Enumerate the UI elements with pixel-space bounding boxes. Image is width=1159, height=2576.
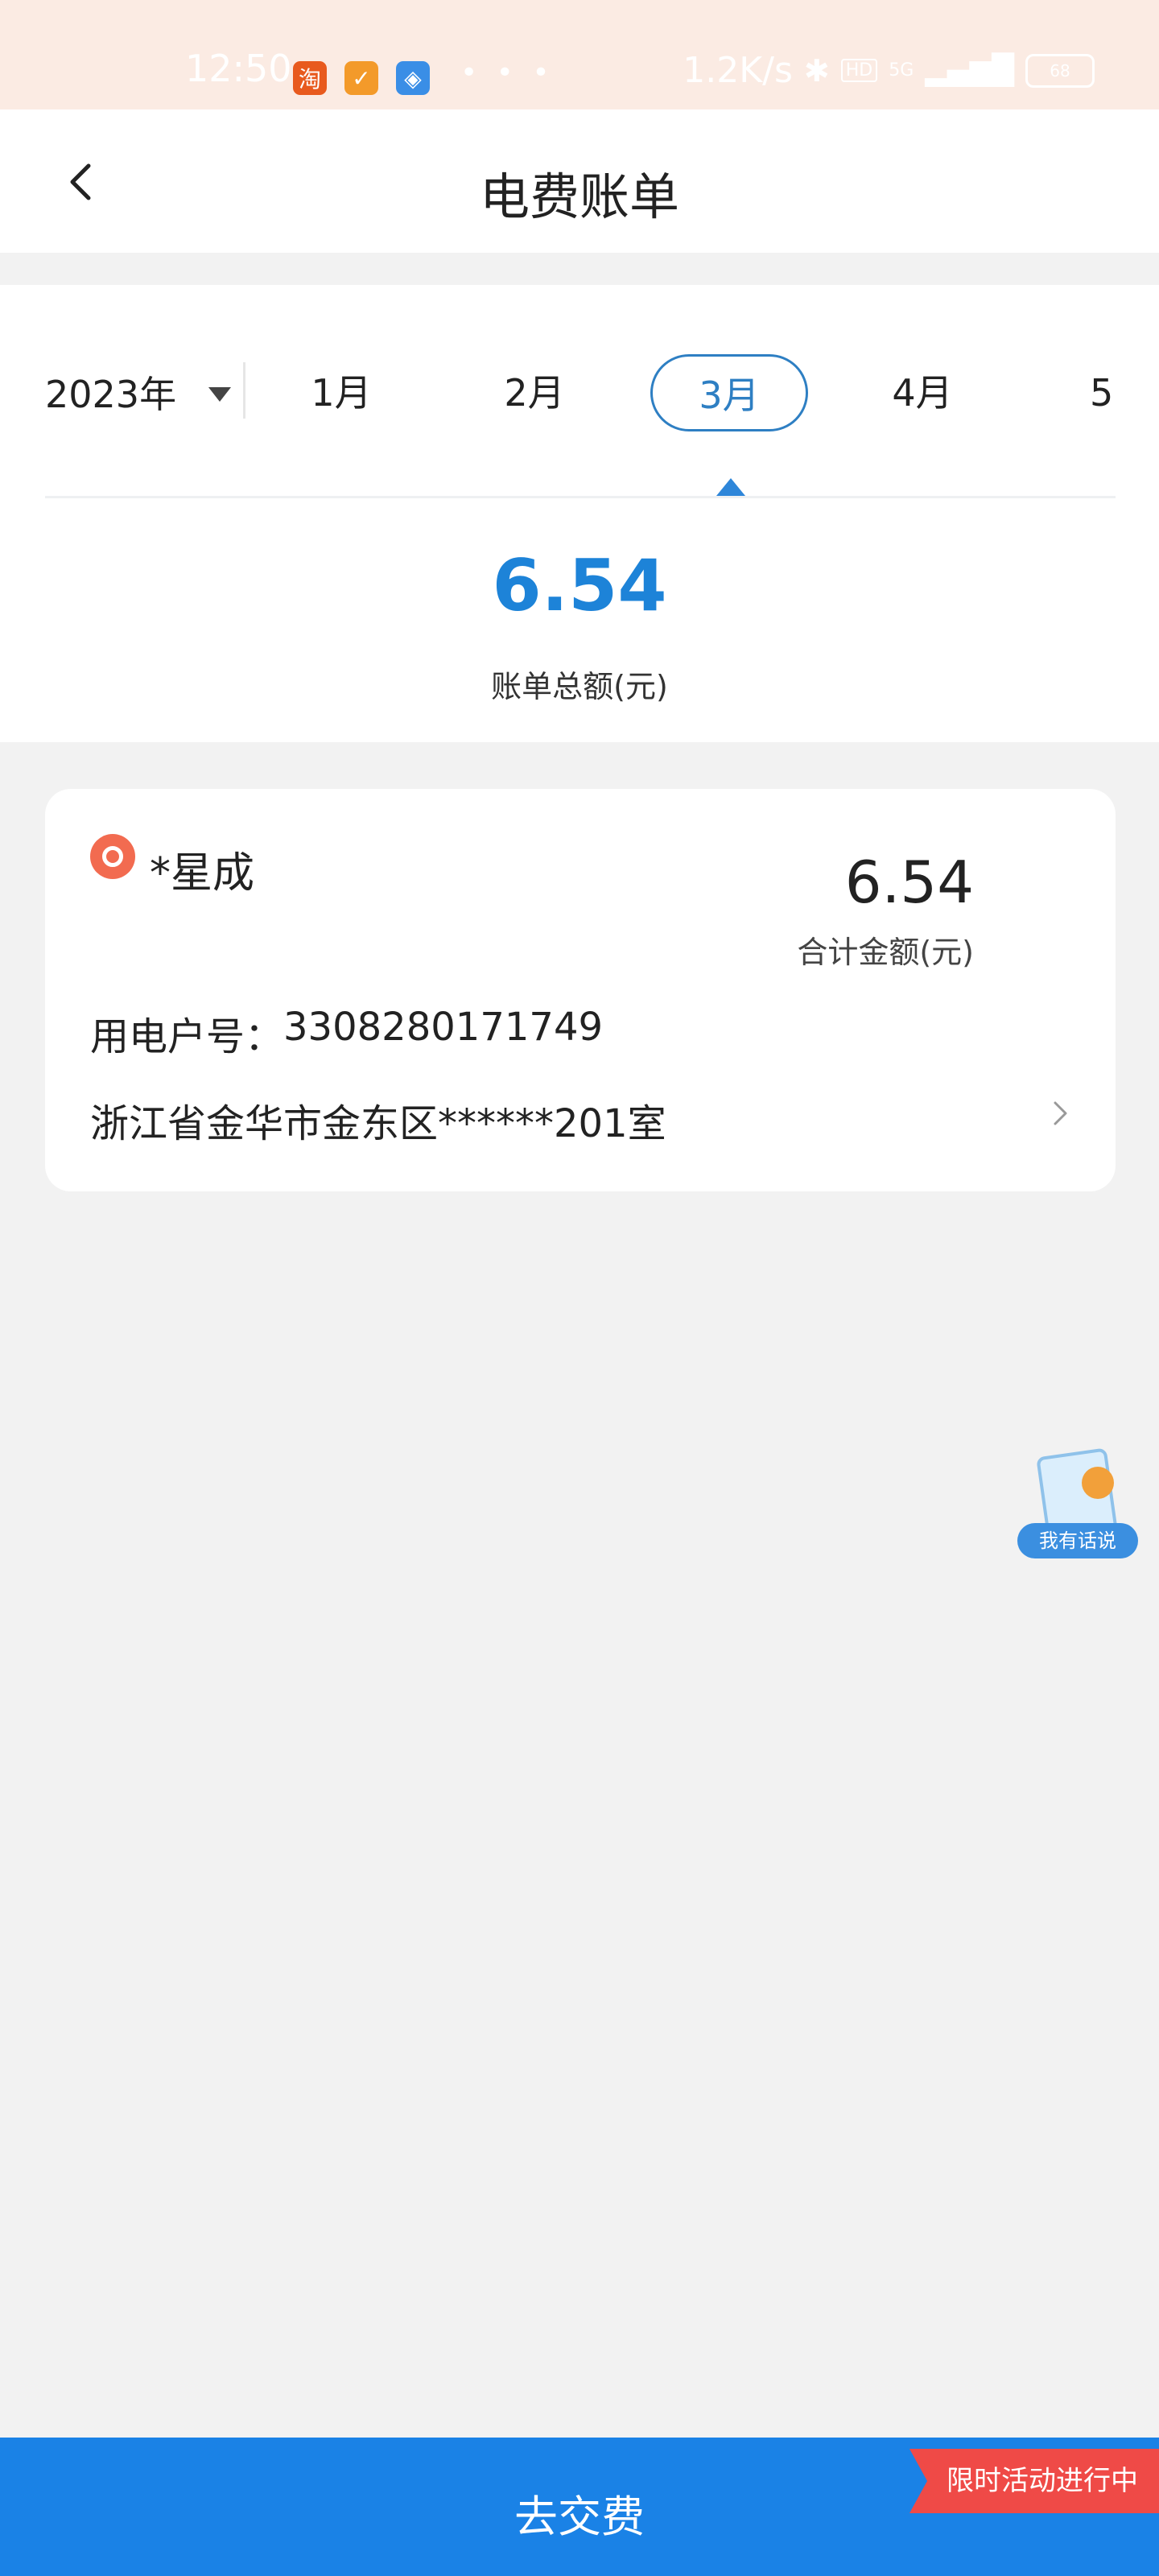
pay-bar[interactable]: 去交费 限时活动进行中 [0, 2438, 1159, 2576]
chevron-right-icon[interactable] [1046, 1100, 1074, 1127]
page-title: 电费账单 [479, 167, 679, 226]
promo-badge[interactable]: 限时活动进行中 [909, 2449, 1159, 2513]
card-amount: 6.54 [844, 848, 974, 916]
month-tab-4[interactable]: 4月 [843, 354, 1001, 431]
more-notifications-icon: • • • [460, 56, 555, 89]
status-time: 12:50 [185, 47, 292, 90]
user-number-label: 用电户号： [90, 1014, 284, 1059]
user-number-row: 用电户号： 3308280171749 [90, 1005, 603, 1061]
bluetooth-icon: ✱ [803, 52, 830, 89]
address: 浙江省金华市金东区******201室 [90, 1101, 666, 1146]
month-tab-1[interactable]: 1月 [262, 354, 420, 431]
month-tab-3[interactable]: 3月 [650, 354, 808, 431]
total-label: 账单总额(元) [491, 669, 668, 704]
hd-icon: HD [840, 59, 878, 82]
shield-app-icon: ◈ [396, 61, 430, 95]
year-dropdown[interactable]: 2023年 [45, 365, 232, 419]
account-card[interactable]: *星成 6.54 合计金额(元) 用电户号： 3308280171749 浙江省… [45, 789, 1116, 1191]
month-tab-5[interactable]: 5月 [1043, 354, 1116, 431]
month-pointer-icon [716, 478, 745, 496]
total-amount: 6.54 [492, 544, 667, 627]
orange-app-icon: ✓ [344, 61, 378, 95]
taobao-icon: 淘 [293, 61, 327, 95]
feedback-label: 我有话说 [1017, 1523, 1138, 1558]
divider [243, 362, 245, 419]
network-label: 5G [889, 60, 914, 80]
feedback-button[interactable]: 我有话说 [1017, 1447, 1138, 1562]
power-company-icon [90, 834, 135, 879]
microphone-icon [1082, 1467, 1114, 1499]
card-amount-label: 合计金额(元) [797, 935, 974, 970]
signal-icon: ▂▄▆█ [925, 54, 1014, 87]
month-panel: 2023年 1月 2月 3月 4月 5月 6.54 账单总额(元) [0, 285, 1159, 742]
month-tab-2[interactable]: 2月 [456, 354, 613, 431]
year-label: 2023年 [45, 373, 177, 416]
status-bar: 12:50 淘 ✓ ◈ • • • 1.2K/s ✱ HD 5G ▂▄▆█ 68 [0, 0, 1159, 109]
status-right: 1.2K/s ✱ HD 5G ▂▄▆█ 68 [683, 50, 1095, 91]
net-speed: 1.2K/s [683, 50, 793, 91]
account-name: *星成 [150, 849, 255, 898]
divider [45, 496, 1116, 498]
top-nav-bar: 电费账单 [0, 109, 1159, 253]
user-number: 3308280171749 [283, 1005, 604, 1050]
battery-icon: 68 [1025, 53, 1095, 88]
caret-down-icon [208, 387, 232, 402]
